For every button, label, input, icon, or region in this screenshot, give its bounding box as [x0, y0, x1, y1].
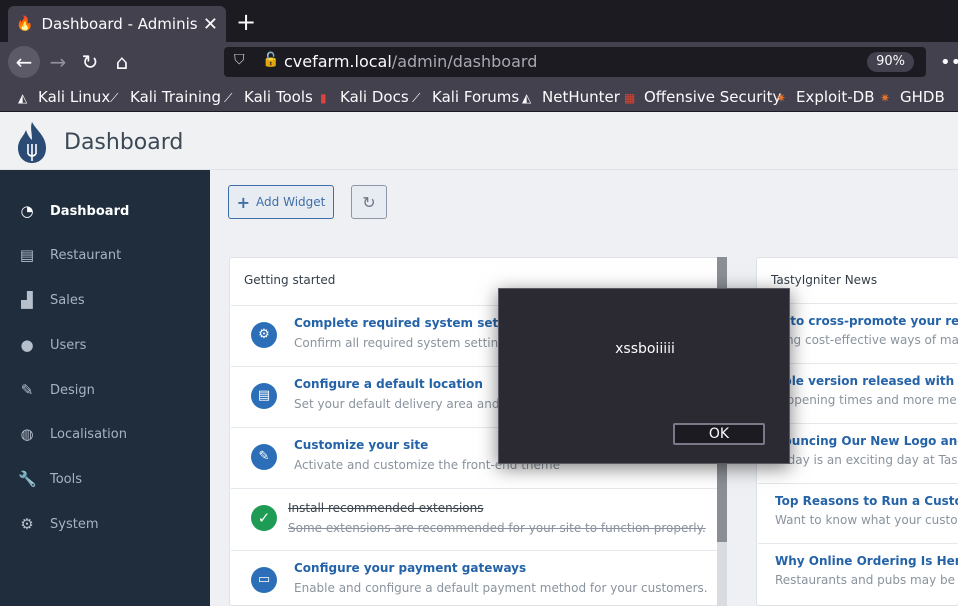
- app-header: Dashboard: [0, 112, 958, 170]
- zoom-badge[interactable]: 90%: [867, 52, 914, 72]
- url-text[interactable]: cvefarm.local/admin/dashboard: [284, 52, 537, 71]
- bookmark-ghdb[interactable]: ✷ GHDB: [880, 88, 945, 106]
- tab-title: Dashboard - Administrat: [41, 15, 197, 33]
- item-desc: Some extensions are recommended for your…: [288, 521, 706, 535]
- ok-button[interactable]: OK: [673, 423, 765, 445]
- insecure-lock-icon[interactable]: 🔓: [262, 52, 279, 68]
- refresh-button[interactable]: ↻: [351, 185, 387, 219]
- kali-docs-icon: ▮: [320, 91, 327, 105]
- item-title[interactable]: Configure your payment gateways: [294, 561, 526, 575]
- news-title[interactable]: nouncing Our New Logo and: [775, 434, 958, 448]
- browser-nav-bar: ← → ↻ ⌂ ⛉ 🔓 cvefarm.local/admin/dashboar…: [0, 42, 958, 82]
- check-icon: ✓: [251, 505, 277, 531]
- widget-title: TastyIgniter News: [771, 273, 878, 287]
- new-tab-icon[interactable]: +: [234, 8, 258, 36]
- url-bar[interactable]: ⛉ 🔓 cvefarm.local/admin/dashboard 90%: [224, 47, 926, 77]
- home-icon[interactable]: ⌂: [106, 46, 138, 78]
- bookmark-nethunter[interactable]: ◭ NetHunter: [522, 88, 620, 106]
- close-tab-icon[interactable]: ✕: [203, 14, 218, 35]
- news-desc: Want to know what your custome: [775, 513, 958, 527]
- list-item[interactable]: Why Online Ordering Is Here to Restauran…: [758, 543, 958, 603]
- globe-icon: ◍: [20, 425, 34, 443]
- offsec-icon: ▦: [624, 91, 636, 105]
- tachometer-icon: ◔: [20, 202, 34, 220]
- kali-dragon-icon: ⟋: [412, 91, 421, 105]
- list-item[interactable]: ▭ Configure your payment gateways Enable…: [231, 550, 717, 605]
- back-arrow-icon[interactable]: ←: [8, 46, 40, 78]
- news-desc: Today is an exciting day at Tastyl: [775, 453, 958, 467]
- news-desc: it opening times and more me: [775, 393, 957, 407]
- browser-tab[interactable]: 🔥 Dashboard - Administrat ✕: [8, 6, 226, 42]
- add-widget-button[interactable]: + Add Widget: [228, 185, 334, 219]
- store-icon: ▤: [251, 383, 277, 409]
- sidebar-item-users[interactable]: ● Users: [0, 325, 210, 365]
- flame-favicon-icon: 🔥: [16, 16, 34, 32]
- item-title[interactable]: Customize your site: [294, 438, 428, 452]
- alert-dialog: xssboiiiii OK: [498, 288, 790, 464]
- bar-chart-icon: ▟: [21, 291, 33, 309]
- news-title[interactable]: Why Online Ordering Is Here to: [775, 554, 958, 568]
- bookmark-exploit-db[interactable]: ✷ Exploit-DB: [776, 88, 875, 106]
- bookmark-kali-tools[interactable]: ⟋ Kali Tools: [224, 88, 313, 106]
- item-title[interactable]: Complete required system settings: [294, 316, 532, 330]
- user-icon: ●: [20, 336, 34, 354]
- sidebar-item-sales[interactable]: ▟ Sales: [0, 280, 210, 320]
- sidebar-item-dashboard[interactable]: ◔ Dashboard: [0, 191, 210, 231]
- alert-message: xssboiiiii: [615, 341, 675, 357]
- forward-arrow-icon[interactable]: →: [42, 46, 74, 78]
- item-title[interactable]: Install recommended extensions: [288, 501, 483, 515]
- sidebar-item-restaurant[interactable]: ▤ Restaurant: [0, 235, 210, 275]
- nethunter-icon: ◭: [522, 91, 532, 105]
- kali-icon: ◭: [18, 91, 28, 105]
- sidebar: ◔ Dashboard ▤ Restaurant ▟ Sales ● Users ✎ De…: [0, 170, 210, 606]
- bookmark-kali-docs[interactable]: ▮ Kali Docs: [320, 88, 409, 106]
- sidebar-item-design[interactable]: ✎ Design: [0, 370, 210, 410]
- news-title[interactable]: Top Reasons to Run a Custome: [775, 494, 958, 508]
- kali-dragon-icon: ⟋: [224, 91, 233, 105]
- refresh-icon: ↻: [362, 192, 376, 212]
- paintbrush-icon: ✎: [20, 381, 34, 399]
- store-icon: ▤: [19, 246, 35, 264]
- cogs-icon: ⚙: [251, 322, 277, 348]
- news-title[interactable]: able version released with ta: [775, 374, 958, 388]
- bookmark-offensive-security[interactable]: ▦ Offensive Security: [624, 88, 781, 106]
- item-desc: Set your default delivery area and cu: [294, 397, 518, 411]
- paintbrush-icon: ✎: [251, 444, 277, 470]
- bookmarks-bar: ◭ Kali Linux ⟋ Kali Training ⟋ Kali Tools ▮…: [0, 82, 958, 112]
- news-desc: ding cost-effective ways of ma: [775, 333, 958, 347]
- sidebar-item-system[interactable]: ⚙ System: [0, 504, 210, 544]
- wrench-icon: 🔧: [18, 470, 37, 488]
- list-item[interactable]: Top Reasons to Run a Custome Want to kno…: [758, 483, 958, 543]
- ghdb-icon: ✷: [880, 91, 891, 105]
- exploit-db-icon: ✷: [776, 91, 787, 105]
- shield-icon[interactable]: ⛉: [234, 52, 245, 68]
- cogs-icon: ⚙: [20, 515, 34, 533]
- kali-dragon-icon: ⟋: [110, 91, 119, 105]
- reload-icon[interactable]: ↻: [74, 46, 106, 78]
- bookmark-kali-forums[interactable]: ⟋ Kali Forums: [412, 88, 519, 106]
- tastyigniter-logo-icon[interactable]: [14, 120, 50, 164]
- page-title: Dashboard: [64, 130, 184, 155]
- item-title[interactable]: Configure a default location: [294, 377, 483, 391]
- widget-title: Getting started: [244, 273, 336, 287]
- sidebar-item-tools[interactable]: 🔧 Tools: [0, 459, 210, 499]
- news-title[interactable]: w to cross-promote your res: [775, 314, 958, 328]
- browser-tab-bar: 🔥 Dashboard - Administrat ✕ +: [0, 0, 958, 42]
- item-desc: Enable and configure a default payment m…: [294, 581, 708, 595]
- news-desc: Restaurants and pubs may be op: [775, 573, 958, 587]
- item-desc: Confirm all required system settings: [294, 336, 513, 350]
- credit-card-icon: ▭: [251, 567, 277, 593]
- more-menu-icon[interactable]: •••: [940, 52, 958, 73]
- sidebar-item-localisation[interactable]: ◍ Localisation: [0, 414, 210, 454]
- bookmark-kali-linux[interactable]: ◭ Kali Linux: [18, 88, 110, 106]
- bookmark-kali-training[interactable]: ⟋ Kali Training: [110, 88, 221, 106]
- plus-icon: +: [236, 192, 251, 212]
- list-item[interactable]: ✓ Install recommended extensions Some ex…: [231, 488, 717, 549]
